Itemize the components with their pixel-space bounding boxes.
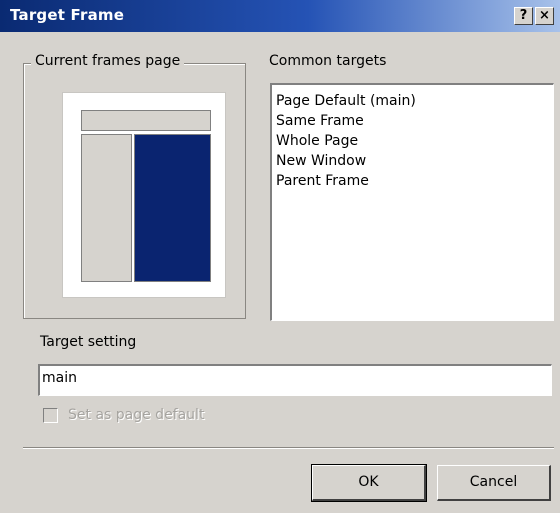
help-button[interactable]: ? xyxy=(514,7,533,25)
list-item-whole-page[interactable]: Whole Page xyxy=(276,131,553,151)
separator xyxy=(23,447,554,449)
frame-main-selected[interactable] xyxy=(134,134,211,282)
frame-left[interactable] xyxy=(81,134,132,282)
target-setting-label: Target setting xyxy=(40,334,137,350)
frame-top[interactable] xyxy=(81,110,211,131)
current-frames-label: Current frames page xyxy=(31,53,185,69)
common-targets-label: Common targets xyxy=(269,53,387,69)
close-button[interactable]: × xyxy=(535,7,554,25)
list-item-same-frame[interactable]: Same Frame xyxy=(276,111,553,131)
common-targets-list[interactable]: Page Default (main) Same Frame Whole Pag… xyxy=(270,83,554,321)
set-page-default-checkbox[interactable] xyxy=(43,408,58,423)
set-page-default-label: Set as page default xyxy=(68,407,205,423)
title-bar[interactable]: Target Frame ? × xyxy=(0,0,560,32)
list-item-page-default[interactable]: Page Default (main) xyxy=(276,91,553,111)
ok-button[interactable]: OK xyxy=(311,464,427,502)
cancel-button[interactable]: Cancel xyxy=(437,465,551,501)
target-frame-dialog: Target Frame ? × Current frames page Com… xyxy=(0,0,560,513)
target-setting-input[interactable]: main xyxy=(38,364,552,396)
list-item-new-window[interactable]: New Window xyxy=(276,151,553,171)
window-title: Target Frame xyxy=(10,6,125,24)
list-item-parent-frame[interactable]: Parent Frame xyxy=(276,171,553,191)
